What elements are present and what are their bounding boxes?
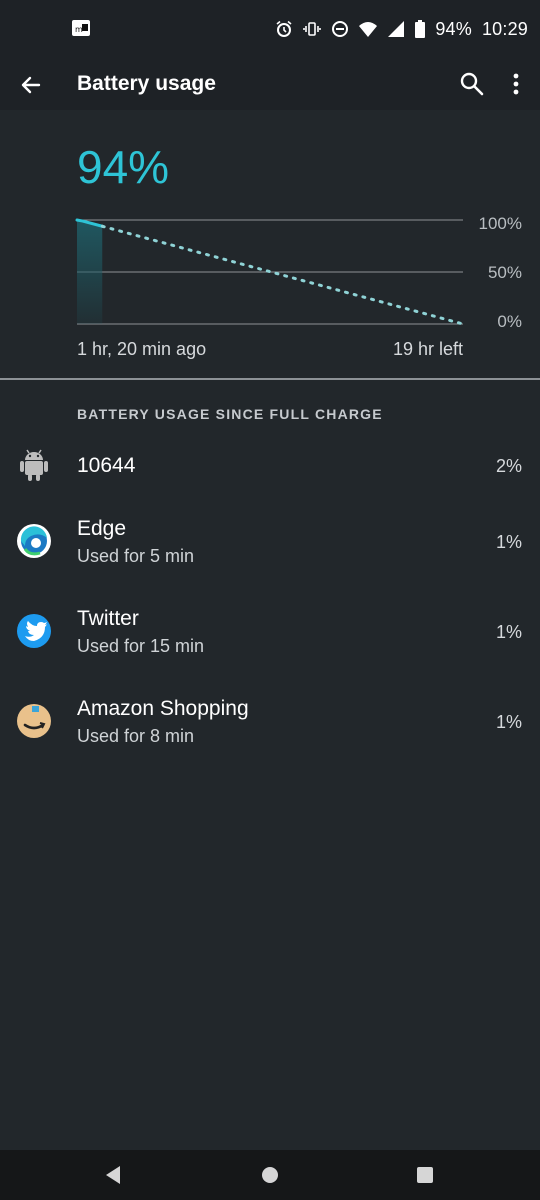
app-row-amazon-shopping[interactable]: Amazon Shopping Used for 8 min 1% (0, 680, 540, 764)
app-percent: 1% (495, 532, 522, 552)
signal-icon (387, 20, 405, 38)
app-row-twitter[interactable]: Twitter Used for 15 min 1% (0, 590, 540, 674)
y-tick-100: 100% (478, 214, 522, 233)
edge-icon (16, 523, 52, 559)
battery-icon (415, 20, 426, 38)
app-name: Twitter (77, 607, 139, 630)
app-row-edge[interactable]: Edge Used for 5 min 1% (0, 500, 540, 584)
home-circle-icon[interactable] (257, 1162, 283, 1188)
back-arrow-icon[interactable] (18, 72, 44, 98)
do-not-disturb-icon (331, 20, 349, 38)
y-tick-50: 50% (487, 263, 522, 282)
carrier-badge-icon: m (72, 20, 90, 36)
twitter-icon (16, 613, 52, 649)
app-row-10644[interactable]: 10644 2% (0, 424, 540, 508)
recents-square-icon[interactable] (412, 1162, 438, 1188)
alarm-icon (275, 20, 293, 38)
y-tick-0: 0% (497, 312, 522, 331)
search-icon[interactable] (458, 70, 486, 98)
section-title: BATTERY USAGE SINCE FULL CHARGE (77, 406, 383, 422)
status-bar: m 94% 10:29 (0, 0, 540, 60)
back-triangle-icon[interactable] (101, 1162, 127, 1188)
app-usage-time: Used for 15 min (77, 636, 205, 656)
status-battery-text: 94% (435, 18, 472, 39)
more-vert-icon[interactable] (505, 70, 527, 98)
section-divider (0, 378, 540, 380)
app-percent: 1% (495, 712, 522, 732)
app-name: Amazon Shopping (77, 697, 249, 720)
wifi-icon (359, 20, 378, 38)
navigation-bar (0, 1150, 540, 1200)
page-title: Battery usage (77, 72, 216, 95)
app-bar: Battery usage (0, 60, 540, 110)
amazon-icon (16, 703, 52, 739)
chart-x-label-start: 1 hr, 20 min ago (77, 339, 207, 359)
android-icon (16, 446, 52, 482)
svg-text:m: m (75, 25, 83, 34)
status-time: 10:29 (481, 18, 528, 39)
vibrate-icon (303, 20, 322, 38)
app-usage-time: Used for 8 min (77, 726, 195, 746)
battery-percent: 94% (77, 141, 170, 193)
app-name: 10644 (77, 454, 136, 477)
chart-x-label-end: 19 hr left (392, 339, 463, 359)
app-usage-time: Used for 5 min (77, 546, 195, 566)
projection-line (100, 224, 465, 326)
app-percent: 2% (495, 456, 522, 476)
app-percent: 1% (495, 622, 522, 642)
measured-area (77, 220, 103, 324)
app-name: Edge (77, 517, 127, 540)
